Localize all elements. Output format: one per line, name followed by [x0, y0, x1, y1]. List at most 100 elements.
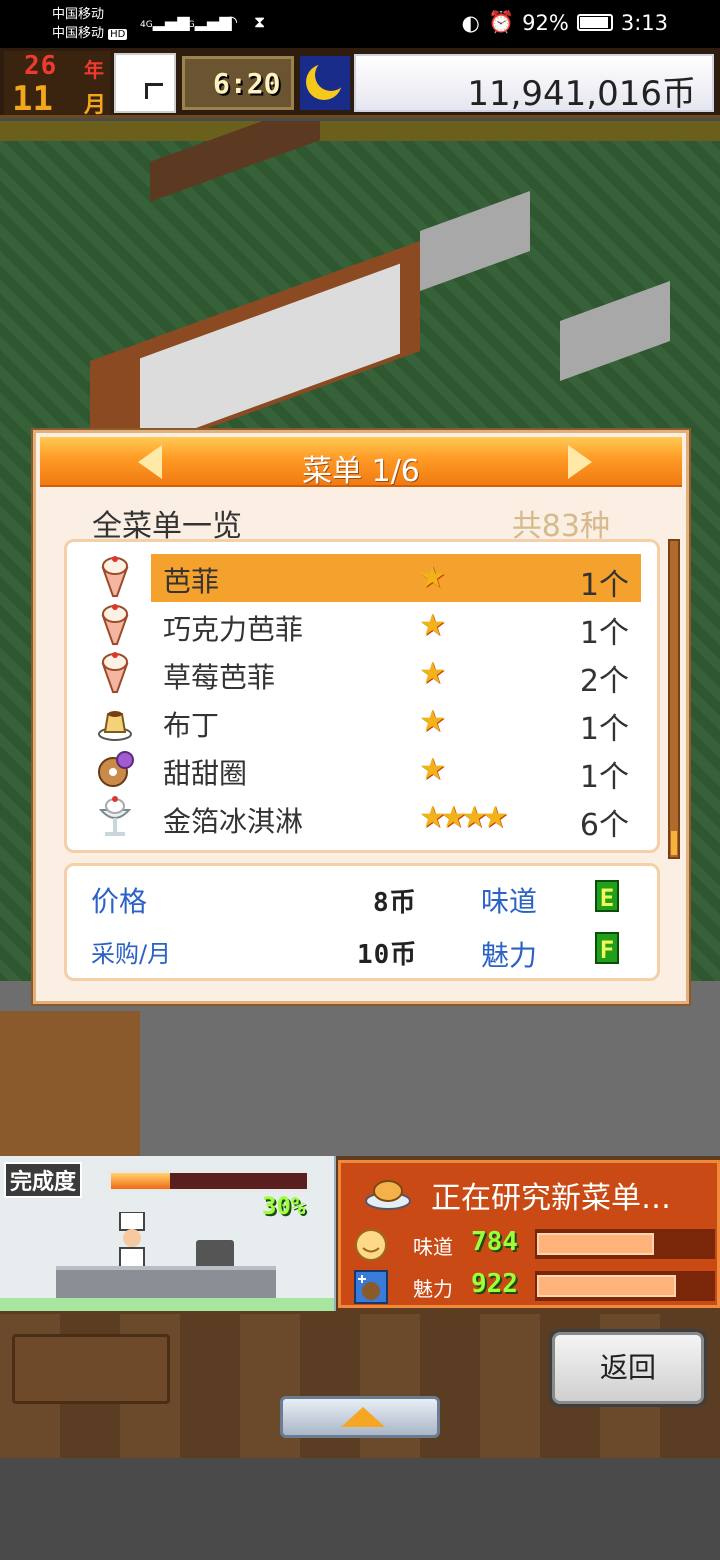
parfait-icon	[101, 652, 129, 693]
menu-item-info: 价格 8币 味道 E 采购/月 10币 魅力 F	[64, 863, 660, 981]
carrier-2: 中国移动	[52, 26, 105, 41]
donut-icon	[98, 751, 134, 787]
research-charm-label: 魅力	[413, 1277, 453, 1301]
empty-plaque	[12, 1334, 170, 1404]
expand-up-button[interactable]	[280, 1396, 440, 1438]
price-value: 8币	[373, 888, 417, 918]
month-label: 月	[84, 93, 107, 118]
menu-dialog: 菜单 1/6 全菜单一览 共83种 芭菲 ★ 1个 巧克力芭菲 ★ 1个 草莓芭…	[33, 430, 689, 1004]
star-icon: ★	[419, 704, 446, 739]
dialog-header: 菜单 1/6	[40, 437, 682, 489]
menu-item-count: 2个	[579, 664, 629, 699]
next-page-arrow-icon[interactable]	[568, 445, 592, 479]
charm-bar	[537, 1275, 676, 1297]
star-icon: ★	[419, 752, 446, 787]
purchase-label: 采购/月	[91, 940, 172, 968]
alarm-icon: ⏰	[487, 10, 515, 34]
research-charm-value: 922	[471, 1269, 518, 1299]
menu-item-name: 巧克力芭菲	[163, 613, 304, 646]
up-arrow-icon	[341, 1407, 385, 1427]
clock-time: 3:13	[620, 10, 668, 35]
moon-icon	[300, 56, 350, 110]
kitchen-view: 完成度 30%	[0, 1156, 336, 1311]
price-label: 价格	[91, 885, 148, 918]
battery-icon	[576, 14, 613, 31]
taste-grade: E	[595, 880, 619, 912]
game-date: 26 年 11 月	[4, 51, 110, 119]
carrier-info: 中国移动 中国移动 HD	[52, 5, 128, 44]
year-label: 年	[84, 58, 104, 82]
wifi-icon: ◠	[224, 12, 238, 31]
back-button[interactable]: 返回	[552, 1332, 704, 1404]
menu-item-count: 1个	[579, 712, 629, 747]
game-hud: 26 年 11 月 6:20 11,941,016币	[0, 48, 720, 119]
month-value: 11	[12, 79, 53, 119]
completion-percent: 30%	[262, 1192, 306, 1220]
menu-item-name: 甜甜圈	[163, 757, 248, 790]
menu-item[interactable]: 甜甜圈 ★ 1个	[67, 744, 663, 795]
menu-item[interactable]: 芭菲 ★ 1个	[67, 552, 663, 603]
money-display: 11,941,016币	[354, 54, 714, 114]
menu-item[interactable]: 金箔冰淇淋 ★★★★ 6个	[67, 792, 663, 843]
hourglass-icon: ⧗	[254, 12, 266, 31]
purchase-value: 10币	[357, 940, 418, 970]
taste-face-icon	[355, 1229, 387, 1261]
game-time: 6:20	[182, 56, 294, 110]
system-status-bar: 中国移动 中国移动 HD 4G▂▄▆ 4G▂▄▆ ◠ ⧗ ◐ ⏰ 92% 3:1…	[0, 0, 720, 48]
money-value: 11,941,016币	[467, 74, 696, 114]
kitchen-floor	[0, 1298, 334, 1311]
research-taste-value: 784	[471, 1227, 518, 1257]
star-icon: ★	[419, 608, 446, 643]
menu-scrollbar[interactable]	[668, 539, 680, 859]
star-icon: ★	[419, 656, 446, 691]
scene-wall	[0, 121, 720, 141]
menu-item-name: 金箔冰淇淋	[163, 805, 304, 838]
game-time-value: 6:20	[213, 67, 281, 100]
dish-icon	[365, 1180, 411, 1210]
status-right: ◐ ⏰ 92% 3:13	[462, 10, 668, 35]
sundae-icon	[98, 796, 132, 836]
menu-item-count: 1个	[579, 616, 629, 651]
scene-booth	[140, 263, 400, 449]
taste-label: 味道	[481, 885, 538, 918]
menu-item-name: 草莓芭菲	[163, 661, 276, 694]
scene-table-1	[420, 190, 530, 292]
charm-grade: F	[595, 932, 619, 964]
taste-bar	[537, 1233, 654, 1255]
menu-item[interactable]: 草莓芭菲 ★ 2个	[67, 648, 663, 699]
star-icon: ★	[419, 560, 446, 595]
menu-item-name: 芭菲	[163, 565, 220, 598]
research-title: 正在研究新菜单…	[431, 1181, 671, 1216]
data-saver-icon: ◐	[461, 10, 480, 35]
carrier-1: 中国移动	[52, 7, 105, 22]
star-icon: ★★★★	[419, 800, 509, 835]
menu-list: 芭菲 ★ 1个 巧克力芭菲 ★ 1个 草莓芭菲 ★ 2个 布丁 ★ 1个 甜甜圈…	[64, 539, 660, 853]
research-taste-label: 味道	[413, 1235, 453, 1259]
menu-item-count: 1个	[579, 568, 629, 603]
menu-item[interactable]: 布丁 ★ 1个	[67, 696, 663, 747]
progress-fill	[111, 1173, 170, 1189]
hd-badge: HD	[108, 29, 128, 40]
year-value: 26	[24, 51, 58, 81]
scene-tree	[0, 1011, 140, 1156]
research-panel: 正在研究新菜单… 味道 784 魅力 922	[338, 1160, 720, 1308]
scene-table-2	[560, 280, 670, 382]
menu-item-count: 6个	[579, 808, 629, 843]
completion-label: 完成度	[4, 1162, 83, 1198]
completion-progress-bar	[108, 1170, 310, 1192]
bottom-panel: 完成度 30% 正在研究新菜单… 味道 784 魅力 922 返回	[0, 1156, 720, 1458]
charm-label: 魅力	[481, 939, 538, 972]
pudding-icon	[98, 711, 132, 741]
selected-highlight	[151, 554, 641, 602]
scroll-thumb[interactable]	[671, 831, 677, 855]
parfait-icon	[101, 556, 129, 597]
menu-item[interactable]: 巧克力芭菲 ★ 1个	[67, 600, 663, 651]
charm-icon	[354, 1270, 388, 1304]
analog-clock-icon	[114, 53, 176, 113]
research-taste-row: 味道 784	[341, 1225, 717, 1265]
menu-item-name: 布丁	[163, 709, 220, 742]
battery-percent: 92%	[522, 10, 569, 35]
parfait-icon	[101, 604, 129, 645]
menu-item-count: 1个	[579, 760, 629, 795]
research-charm-row: 魅力 922	[341, 1267, 717, 1307]
